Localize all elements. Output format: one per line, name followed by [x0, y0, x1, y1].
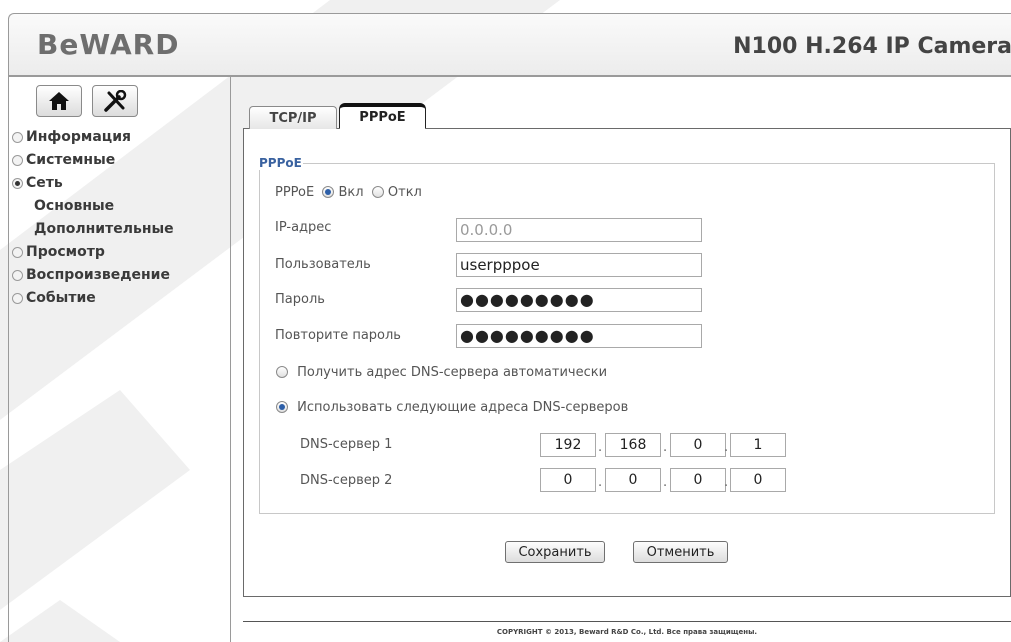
home-button[interactable]	[36, 85, 82, 117]
dns1-octet-4[interactable]: 1	[730, 433, 786, 457]
nav-radio-icon	[12, 270, 23, 281]
octet-separator: .	[724, 440, 729, 455]
dns-manual-label: Использовать следующие адреса DNS-сервер…	[297, 400, 629, 415]
user-input[interactable]: userpppoe	[456, 253, 702, 277]
repeat-password-label: Повторите пароль	[275, 328, 401, 343]
sidebar-divider	[230, 76, 231, 642]
dns1-octet-3[interactable]: 0	[670, 433, 726, 457]
sidebar-item-label: Событие	[26, 290, 96, 306]
beward-logo: BeWARD	[37, 28, 180, 61]
nav-radio-icon	[12, 132, 23, 143]
dns-manual-radio[interactable]	[276, 401, 288, 413]
dns2-octet-4[interactable]: 0	[730, 468, 786, 492]
sidebar-item-view[interactable]: Просмотр	[12, 241, 174, 264]
sidebar-nav: Информация Системные Сеть Основные Допол…	[12, 126, 174, 310]
dns1-octet-2[interactable]: 168	[605, 433, 661, 457]
pppoe-label: PPPoE	[275, 185, 315, 200]
dns-auto-row[interactable]: Получить адрес DNS-сервера автоматически	[276, 365, 607, 380]
octet-separator: .	[663, 440, 668, 455]
pppoe-on-radio[interactable]	[322, 186, 335, 198]
user-label: Пользователь	[275, 257, 371, 272]
sidebar-subitem-advanced[interactable]: Дополнительные	[12, 218, 174, 241]
tab-pppoe[interactable]: PPPoE	[339, 103, 426, 128]
sidebar-item-info[interactable]: Информация	[12, 126, 174, 149]
save-button[interactable]: Сохранить	[505, 541, 605, 563]
dns1-octet-1[interactable]: 192	[540, 433, 596, 457]
sidebar-item-label: Просмотр	[26, 244, 105, 260]
active-tab-joiner	[340, 127, 425, 130]
dns2-octet-3[interactable]: 0	[670, 468, 726, 492]
sidebar-item-playback[interactable]: Воспроизведение	[12, 264, 174, 287]
octet-separator: .	[724, 475, 729, 490]
ip-address-label: IP-адрес	[275, 220, 332, 235]
footer-divider	[243, 621, 1011, 622]
dns1-label: DNS-сервер 1	[300, 437, 393, 452]
sidebar-item-label: Сеть	[26, 175, 63, 191]
dns-auto-radio[interactable]	[276, 366, 288, 378]
left-border	[8, 76, 9, 642]
nav-radio-icon	[12, 155, 23, 166]
pppoe-toggle-row: PPPoE Вкл Откл	[275, 185, 422, 200]
pppoe-off-label: Откл	[387, 185, 422, 200]
sidebar-item-label: Системные	[26, 152, 116, 168]
sidebar-item-system[interactable]: Системные	[12, 149, 174, 172]
sidebar-subitem-basic[interactable]: Основные	[12, 195, 174, 218]
password-label: Пароль	[275, 292, 325, 307]
nav-radio-icon	[12, 293, 23, 304]
octet-separator: .	[598, 440, 603, 455]
dns2-octet-2[interactable]: 0	[605, 468, 661, 492]
home-icon	[49, 92, 69, 110]
dns2-label: DNS-сервер 2	[300, 473, 393, 488]
sidebar-item-label: Информация	[26, 129, 131, 145]
sidebar-item-event[interactable]: Событие	[12, 287, 174, 310]
nav-radio-icon	[12, 247, 23, 258]
tools-icon	[104, 90, 127, 112]
tab-tcpip[interactable]: TCP/IP	[249, 106, 337, 129]
octet-separator: .	[598, 475, 603, 490]
pppoe-on-label: Вкл	[338, 185, 364, 200]
dns2-octet-1[interactable]: 0	[540, 468, 596, 492]
copyright-text: COPYRIGHT © 2013, Beward R&D Co., Ltd. В…	[496, 628, 758, 636]
sidebar-item-label: Основные	[34, 198, 115, 214]
dns-auto-label: Получить адрес DNS-сервера автоматически	[297, 365, 608, 380]
dns-manual-row[interactable]: Использовать следующие адреса DNS-сервер…	[276, 400, 628, 415]
fieldset-legend: PPPoE	[258, 156, 303, 170]
sidebar-item-label: Дополнительные	[34, 221, 174, 237]
nav-radio-selected-icon	[12, 178, 23, 189]
password-input[interactable]: ●●●●●●●●●	[456, 288, 702, 312]
cancel-button[interactable]: Отменить	[633, 541, 728, 563]
octet-separator: .	[663, 475, 668, 490]
header-divider	[8, 75, 1011, 76]
ip-address-input[interactable]: 0.0.0.0	[456, 218, 702, 242]
sidebar-item-label: Воспроизведение	[26, 267, 170, 283]
sidebar-item-network[interactable]: Сеть	[12, 172, 174, 195]
settings-button[interactable]	[92, 85, 138, 117]
camera-model-title: N100 H.264 IP Camera	[733, 34, 1011, 59]
repeat-password-input[interactable]: ●●●●●●●●●	[456, 324, 702, 348]
pppoe-off-radio[interactable]	[371, 186, 384, 198]
page-header: BeWARD N100 H.264 IP Camera	[8, 13, 1011, 77]
